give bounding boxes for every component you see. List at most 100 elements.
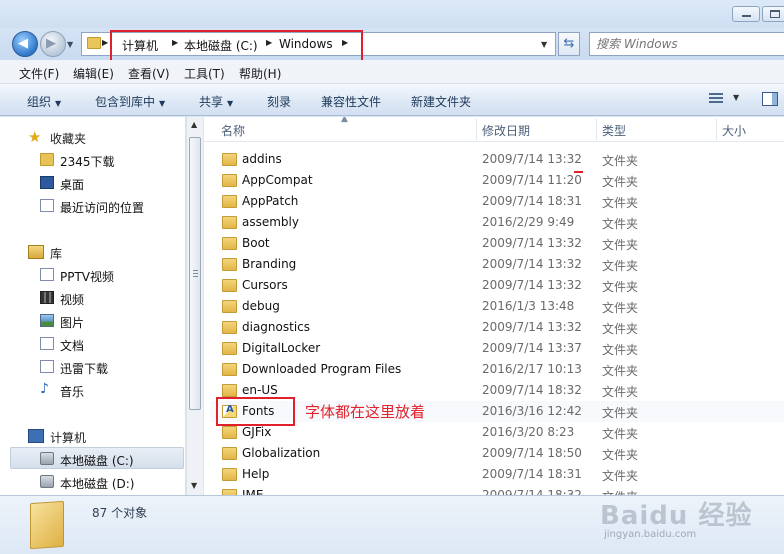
nav-item-desktop[interactable]: 桌面: [0, 172, 150, 194]
nav-item-pptv[interactable]: PPTV视频: [0, 264, 150, 286]
burn-button[interactable]: 刻录: [267, 93, 291, 110]
view-dropdown-icon[interactable]: ▼: [733, 93, 739, 102]
nav-item-pictures[interactable]: 图片: [0, 310, 150, 332]
search-box[interactable]: [589, 32, 784, 56]
preview-pane-icon[interactable]: [762, 92, 778, 106]
table-row[interactable]: AppPatch 2009/7/14 18:31 文件夹: [210, 191, 784, 212]
nav-scrollbar[interactable]: ▲ ▼: [186, 117, 203, 495]
recent-pages-dropdown[interactable]: ▼: [67, 40, 73, 49]
folder-icon: [222, 426, 237, 439]
nav-item-recent-places[interactable]: 最近访问的位置: [0, 195, 150, 217]
column-divider[interactable]: [716, 119, 717, 140]
maximize-button[interactable]: [762, 6, 784, 22]
nav-item-label: 音乐: [60, 385, 85, 399]
address-bar[interactable]: ▶ 计算机 ▶ 本地磁盘 (C:) ▶ Windows ▶ ▼: [81, 30, 556, 63]
table-row[interactable]: Help 2009/7/14 18:31 文件夹: [210, 464, 784, 485]
file-name: IME: [242, 488, 264, 495]
table-row[interactable]: debug 2016/1/3 13:48 文件夹: [210, 296, 784, 317]
file-date: 2009/7/14 13:32: [482, 152, 582, 166]
file-name: DigitalLocker: [242, 341, 321, 355]
organize-button[interactable]: 组织 ▼: [27, 93, 61, 110]
file-date: 2009/7/14 18:32: [482, 383, 582, 397]
item-count: 87 个对象: [92, 506, 148, 520]
column-date[interactable]: 修改日期: [482, 122, 530, 139]
watermark-logo: Baidu 经验: [600, 501, 753, 531]
menu-view[interactable]: 查看(V): [128, 65, 170, 82]
nav-item-documents[interactable]: 文档: [0, 333, 150, 355]
minimize-button[interactable]: [732, 6, 760, 22]
table-row[interactable]: diagnostics 2009/7/14 13:32 文件夹: [210, 317, 784, 338]
menu-edit[interactable]: 编辑(E): [73, 65, 114, 82]
column-type[interactable]: 类型: [602, 122, 626, 139]
nav-item-label: 视频: [60, 293, 85, 307]
nav-item-drive-c[interactable]: 本地磁盘 (C:): [0, 448, 150, 470]
drive-icon: [40, 475, 54, 488]
table-row[interactable]: assembly 2016/2/29 9:49 文件夹: [210, 212, 784, 233]
arrow-left-icon: ◀: [18, 36, 28, 51]
refresh-button[interactable]: ⇆: [558, 32, 580, 56]
folder-icon: [222, 237, 237, 250]
view-options-icon[interactable]: [709, 93, 723, 104]
menu-file[interactable]: 文件(F): [19, 65, 59, 82]
file-type: 文件夹: [602, 448, 639, 462]
nav-item-2345-download[interactable]: 2345下载: [0, 149, 150, 171]
nav-item-music[interactable]: ♪ 音乐: [0, 379, 150, 401]
file-date: 2016/3/20 8:23: [482, 425, 575, 439]
scroll-up-icon[interactable]: ▲: [191, 120, 197, 129]
computer-icon: [28, 429, 44, 443]
include-library-button[interactable]: 包含到库中 ▼: [95, 93, 165, 110]
nav-item-label: 迅雷下载: [60, 362, 109, 376]
column-size[interactable]: 大小: [722, 122, 746, 139]
breadcrumb-computer[interactable]: 计算机: [122, 37, 158, 54]
caret-down-icon: ▼: [227, 99, 234, 108]
table-row[interactable]: DigitalLocker 2009/7/14 13:37 文件夹: [210, 338, 784, 359]
forward-button[interactable]: ▶: [40, 31, 66, 57]
table-row[interactable]: Branding 2009/7/14 13:32 文件夹: [210, 254, 784, 275]
nav-item-label: 桌面: [60, 178, 85, 192]
table-row[interactable]: AppCompat 2009/7/14 11:20 文件夹: [210, 170, 784, 191]
column-divider[interactable]: [596, 119, 597, 140]
chevron-right-icon[interactable]: ▶: [172, 38, 178, 47]
arrow-right-icon: ▶: [46, 36, 56, 51]
table-row[interactable]: addins 2009/7/14 13:32 文件夹: [210, 149, 784, 170]
nav-item-drive-d[interactable]: 本地磁盘 (D:): [0, 471, 150, 493]
file-type: 文件夹: [602, 322, 639, 336]
nav-item-label: 本地磁盘 (C:): [60, 454, 134, 468]
chevron-right-icon[interactable]: ▶: [342, 38, 348, 47]
folder-icon: [222, 447, 237, 460]
column-name[interactable]: 名称: [221, 122, 245, 139]
back-button[interactable]: ◀: [12, 31, 38, 57]
compat-files-button[interactable]: 兼容性文件: [321, 93, 381, 110]
search-input[interactable]: [596, 36, 766, 52]
file-name: diagnostics: [242, 320, 311, 334]
table-row[interactable]: Boot 2009/7/14 13:32 文件夹: [210, 233, 784, 254]
file-type: 文件夹: [602, 217, 639, 231]
new-folder-button[interactable]: 新建文件夹: [411, 93, 471, 110]
breadcrumb-windows[interactable]: Windows: [279, 37, 333, 51]
nav-item-videos[interactable]: 视频: [0, 287, 150, 309]
address-dropdown-icon[interactable]: ▼: [541, 40, 547, 49]
nav-favorites-label: 收藏夹: [50, 132, 87, 146]
folder-icon: [222, 384, 237, 397]
star-icon: ★: [28, 128, 42, 146]
chevron-right-icon[interactable]: ▶: [266, 38, 272, 47]
table-row[interactable]: Cursors 2009/7/14 13:32 文件夹: [210, 275, 784, 296]
file-name: AppPatch: [242, 194, 299, 208]
menu-help[interactable]: 帮助(H): [239, 65, 281, 82]
menu-tools[interactable]: 工具(T): [184, 65, 225, 82]
table-row[interactable]: Globalization 2009/7/14 18:50 文件夹: [210, 443, 784, 464]
table-row[interactable]: Downloaded Program Files 2016/2/17 10:13 文…: [210, 359, 784, 380]
share-button[interactable]: 共享 ▼: [199, 93, 233, 110]
scroll-down-icon[interactable]: ▼: [191, 481, 197, 490]
table-row[interactable]: Fonts2016/3/16 12:42文件夹字体都在这里放着: [210, 397, 784, 426]
table-row[interactable]: GJFix 2016/3/20 8:23 文件夹: [210, 422, 784, 443]
sort-ascending-icon: ▲: [341, 117, 348, 124]
scrollbar-thumb[interactable]: [189, 137, 201, 410]
document-icon: [40, 337, 54, 350]
nav-item-xunlei[interactable]: 迅雷下载: [0, 356, 150, 378]
table-row[interactable]: IME 2009/7/14 18:32 文件夹: [210, 485, 784, 495]
folder-icon: [222, 279, 237, 292]
column-divider[interactable]: [476, 119, 477, 140]
breadcrumb-drive-c[interactable]: 本地磁盘 (C:): [184, 37, 258, 54]
table-row[interactable]: en-US 2009/7/14 18:32 文件夹: [210, 380, 784, 401]
